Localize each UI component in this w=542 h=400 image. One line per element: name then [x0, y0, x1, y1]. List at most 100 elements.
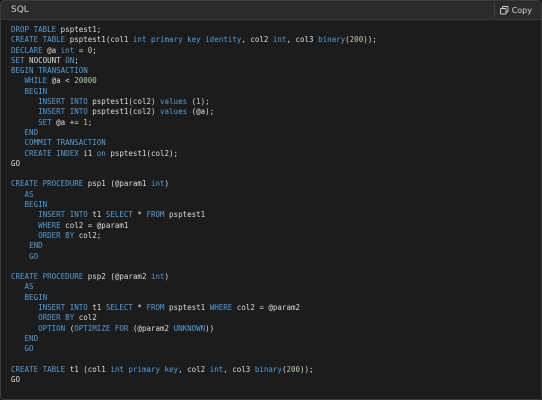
code-token: values — [160, 107, 188, 117]
code-line: BEGIN TRANSACTION — [11, 66, 535, 76]
code-line: COMMIT TRANSACTION — [11, 138, 535, 148]
code-token: ; — [74, 55, 79, 65]
code-token: SET — [11, 55, 25, 65]
code-token: t1 — [87, 303, 106, 313]
code-token: * — [132, 210, 147, 220]
code-token: ); — [200, 97, 210, 107]
code-token: @a += — [51, 117, 84, 127]
code-line: INSERT INTO psptest1(col2) values (@a); — [11, 107, 535, 117]
code-token: CREATE INDEX — [24, 148, 79, 158]
code-token: int — [150, 272, 165, 282]
code-line: AS — [11, 282, 535, 292]
code-block-header: SQL Copy — [1, 1, 541, 20]
code-line: WHILE @a < 20000 — [11, 76, 535, 86]
code-content[interactable]: DROP TABLE psptest1; CREATE TABLE psptest… — [11, 25, 535, 393]
code-token: END — [29, 241, 43, 251]
code-token: ( — [65, 323, 75, 333]
code-line: END — [11, 241, 535, 251]
code-token: * — [132, 303, 147, 313]
code-token: CREATE PROCEDURE — [11, 272, 84, 282]
code-token: BEGIN — [24, 86, 48, 96]
code-line: END — [11, 128, 535, 138]
code-token: 200 — [349, 35, 364, 45]
code-token: int primary key — [110, 364, 179, 374]
code-token: ; — [92, 45, 97, 55]
code-block: SQL Copy DROP TABLE psptest1; CREATE TABL… — [0, 0, 542, 400]
language-label: SQL — [11, 5, 29, 15]
code-line: END — [11, 334, 535, 344]
code-token: GO — [11, 158, 21, 168]
code-line: SET @a += 1; — [11, 118, 535, 128]
code-line: DROP TABLE psptest1; — [11, 25, 535, 35]
code-line: GO — [11, 252, 535, 262]
code-token: BEGIN TRANSACTION — [11, 66, 88, 76]
code-token: WHERE — [38, 220, 61, 230]
code-line: ORDER BY col2; — [11, 231, 535, 241]
code-token: GO — [29, 251, 39, 261]
code-token: (@param2 — [128, 323, 174, 333]
code-line: CREATE PROCEDURE psp2 (@param2 int) — [11, 272, 535, 282]
code-token: col2 — [74, 313, 97, 323]
code-token: @a < — [47, 76, 75, 86]
code-token: t1 (col1 — [65, 364, 111, 374]
code-token: ORDER BY — [38, 313, 75, 323]
code-token: GO — [11, 375, 21, 385]
code-line: GO — [11, 344, 535, 354]
code-token: @a — [42, 45, 61, 55]
code-token: , col2 — [241, 35, 273, 45]
code-line: GO — [11, 375, 535, 385]
code-token: INSERT INTO — [38, 97, 88, 107]
code-line: INSERT INTO t1 SELECT * FROM psptest1 WH… — [11, 303, 535, 313]
code-line: CREATE INDEX i1 on psptest1(col2); — [11, 149, 535, 159]
code-token: binary — [318, 35, 346, 45]
code-token: values — [160, 97, 188, 107]
copy-button[interactable]: Copy — [493, 3, 537, 17]
code-line: DECLARE @a int = 0; — [11, 46, 535, 56]
code-token: on — [96, 148, 106, 158]
code-line: CREATE PROCEDURE psp1 (@param1 int) — [11, 179, 535, 189]
code-token: ) — [164, 272, 170, 282]
code-token: INSERT INTO — [38, 303, 88, 313]
code-token: psptest1(col1 — [65, 35, 133, 45]
code-token: col2 = @param2 — [232, 303, 300, 313]
code-token: binary — [254, 364, 282, 374]
code-token: BEGIN — [24, 292, 48, 302]
code-token: )); — [300, 364, 314, 374]
code-token: AS — [24, 282, 34, 292]
code-token: , col3 — [286, 35, 319, 45]
code-line: BEGIN — [11, 293, 535, 303]
code-token: CREATE TABLE — [11, 35, 66, 45]
code-token: COMMIT TRANSACTION — [24, 138, 106, 148]
code-token: SET — [38, 117, 52, 127]
code-token: psp2 (@param2 — [83, 272, 151, 282]
code-token: ; — [87, 117, 93, 127]
code-token: BEGIN — [24, 200, 48, 210]
code-token: WHERE — [209, 303, 233, 313]
code-line: ORDER BY col2 — [11, 313, 535, 323]
code-line: BEGIN — [11, 87, 535, 97]
code-token: t1 — [87, 210, 106, 220]
code-token: WHILE — [24, 76, 48, 86]
code-token: psptest1; — [56, 25, 102, 34]
copy-icon — [499, 5, 509, 15]
code-token: col2; — [74, 230, 102, 240]
code-token: UNKNOWN — [173, 323, 206, 333]
code-token: ON — [65, 55, 75, 65]
code-token: NOCOUNT — [24, 55, 66, 65]
code-token: DECLARE — [11, 45, 43, 55]
code-token: i1 — [78, 148, 97, 158]
